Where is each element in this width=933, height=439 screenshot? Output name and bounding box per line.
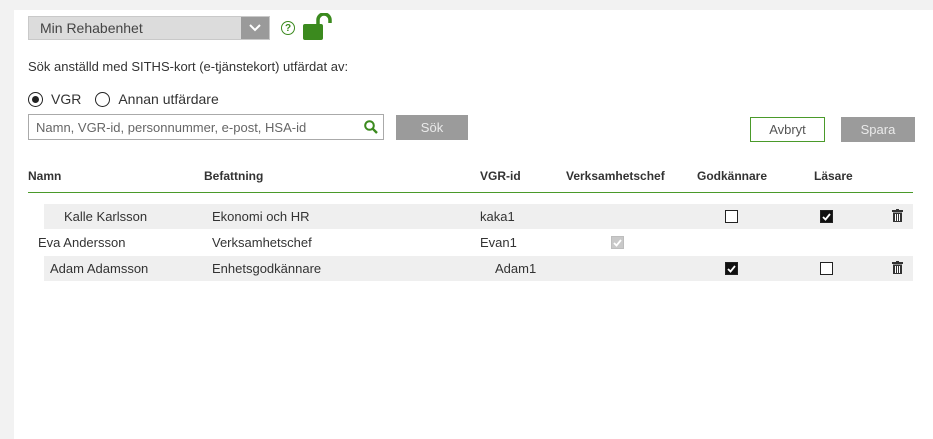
- radio-annan-utfardare[interactable]: [95, 91, 111, 107]
- lasare-checkbox[interactable]: [820, 262, 833, 275]
- unit-select-value: Min Rehabenhet: [40, 20, 143, 36]
- search-field: [28, 114, 384, 140]
- godkannare-checkbox[interactable]: [725, 262, 738, 275]
- table-row: Adam Adamsson Enhetsgodkännare Adam1: [44, 256, 913, 281]
- cell-name: Adam Adamsson: [50, 261, 149, 276]
- radio-annan-utfardare-label: Annan utfärdare: [118, 91, 219, 107]
- search-icon[interactable]: [359, 120, 383, 134]
- column-header-befattning: Befattning: [204, 169, 264, 183]
- cell-vgr-id: Evan1: [480, 235, 517, 250]
- table-row: Eva Andersson Verksamhetschef Evan1: [38, 230, 913, 255]
- unlock-icon[interactable]: [302, 12, 332, 46]
- cell-name: Kalle Karlsson: [64, 209, 148, 224]
- column-header-vgr-id: VGR-id: [480, 169, 521, 183]
- lasare-checkbox[interactable]: [820, 210, 833, 223]
- cell-vgr-id: Adam1: [495, 261, 537, 276]
- search-button[interactable]: Sök: [396, 115, 468, 140]
- search-description: Sök anställd med SITHS-kort (e-tjänsteko…: [28, 59, 349, 74]
- header-divider: [28, 192, 913, 193]
- cell-title: Ekonomi och HR: [212, 209, 310, 224]
- godkannare-checkbox[interactable]: [725, 210, 738, 223]
- help-icon[interactable]: ?: [281, 21, 295, 35]
- cell-name: Eva Andersson: [38, 235, 126, 250]
- issuer-radio-group: VGR Annan utfärdare: [28, 91, 219, 107]
- column-header-verksamhetschef: Verksamhetschef: [566, 169, 665, 183]
- chevron-down-icon[interactable]: [241, 17, 269, 39]
- column-header-namn: Namn: [28, 169, 62, 183]
- radio-vgr-label: VGR: [51, 91, 82, 107]
- cell-vgr-id: kaka1: [480, 209, 515, 224]
- help-glyph: ?: [284, 22, 292, 34]
- radio-vgr[interactable]: [28, 91, 43, 107]
- save-button[interactable]: Spara: [841, 117, 915, 142]
- radio-selected-dot: [32, 95, 39, 103]
- search-input[interactable]: [29, 119, 359, 135]
- trash-icon[interactable]: [892, 209, 903, 227]
- cancel-button[interactable]: Avbryt: [750, 117, 825, 142]
- cell-title: Verksamhetschef: [212, 235, 312, 250]
- verksamhetschef-checkbox: [611, 236, 624, 249]
- column-header-lasare: Läsare: [814, 169, 853, 183]
- unit-select[interactable]: Min Rehabenhet: [28, 16, 270, 40]
- table-row: Kalle Karlsson Ekonomi och HR kaka1: [44, 204, 913, 229]
- column-header-godkannare: Godkännare: [697, 169, 768, 183]
- cell-title: Enhetsgodkännare: [212, 261, 322, 276]
- trash-icon[interactable]: [892, 261, 903, 279]
